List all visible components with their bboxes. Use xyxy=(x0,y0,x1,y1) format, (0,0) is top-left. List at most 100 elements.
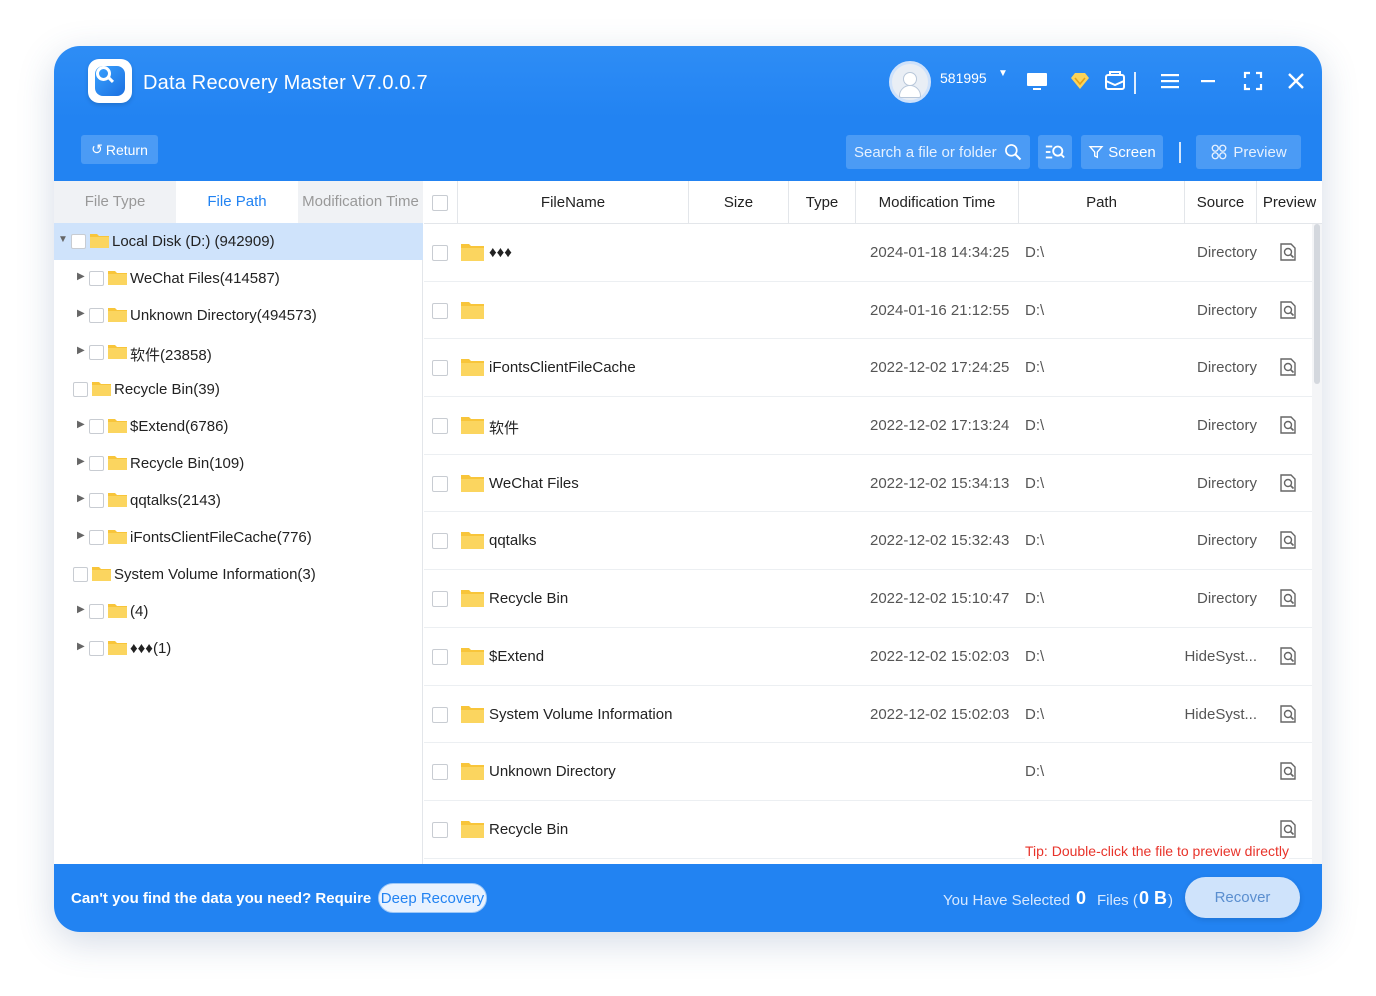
recover-button[interactable]: Recover xyxy=(1185,877,1300,918)
chevron-down-icon[interactable]: ▼ xyxy=(58,234,68,245)
tree-checkbox[interactable] xyxy=(89,493,104,508)
tab-modification-time[interactable]: Modification Time xyxy=(298,181,423,223)
tree-item-local-disk[interactable]: ▼ Local Disk (D:) (942909) xyxy=(54,223,423,260)
tree-checkbox[interactable] xyxy=(89,604,104,619)
column-header-source[interactable]: Source xyxy=(1184,181,1256,224)
tree-item-extend[interactable]: ▶ $Extend(6786) xyxy=(54,408,423,445)
table-row[interactable]: 2024-01-16 21:12:55 D:\ Directory xyxy=(424,282,1312,340)
preview-file-icon[interactable] xyxy=(1278,588,1298,608)
table-row[interactable]: Unknown Directory D:\ xyxy=(424,743,1312,801)
chevron-right-icon[interactable]: ▶ xyxy=(77,419,85,430)
chevron-right-icon[interactable]: ▶ xyxy=(77,271,85,282)
table-row[interactable]: WeChat Files 2022-12-02 15:34:13 D:\ Direct… xyxy=(424,455,1312,513)
table-scrollbar[interactable] xyxy=(1312,224,1322,864)
tree-checkbox[interactable] xyxy=(89,530,104,545)
user-avatar[interactable] xyxy=(889,61,931,103)
tree-item-wechat-files[interactable]: ▶ WeChat Files(414587) xyxy=(54,260,423,297)
row-checkbox[interactable] xyxy=(432,360,448,377)
tree-checkbox[interactable] xyxy=(89,456,104,471)
row-checkbox[interactable] xyxy=(432,706,448,723)
column-header-path[interactable]: Path xyxy=(1018,181,1184,224)
tree-checkbox[interactable] xyxy=(73,382,88,397)
search-input[interactable] xyxy=(854,143,1004,161)
row-checkbox[interactable] xyxy=(432,648,448,665)
search-icon[interactable] xyxy=(1003,142,1023,162)
table-row[interactable]: System Volume Information 2022-12-02 15:0… xyxy=(424,686,1312,744)
column-header-size[interactable]: Size xyxy=(688,181,788,224)
chevron-right-icon[interactable]: ▶ xyxy=(77,345,85,356)
menu-icon[interactable] xyxy=(1157,68,1183,94)
tree-item-recycle-bin-39[interactable]: Recycle Bin(39) xyxy=(54,371,423,408)
tree-item-qqtalks[interactable]: ▶ qqtalks(2143) xyxy=(54,482,423,519)
folder-icon xyxy=(108,456,127,470)
tree-item-diamonds[interactable]: ▶ ♦♦♦(1) xyxy=(54,630,423,667)
preview-file-icon[interactable] xyxy=(1278,357,1298,377)
tab-file-type[interactable]: File Type xyxy=(54,181,176,223)
preview-file-icon[interactable] xyxy=(1278,646,1298,666)
tree-checkbox[interactable] xyxy=(89,641,104,656)
preview-file-icon[interactable] xyxy=(1278,415,1298,435)
preview-file-icon[interactable] xyxy=(1278,704,1298,724)
preview-file-icon[interactable] xyxy=(1278,530,1298,550)
return-button[interactable]: ↺ Return xyxy=(81,135,158,164)
tab-file-path[interactable]: File Path xyxy=(176,181,298,223)
table-row[interactable]: iFontsClientFileCache 2022-12-02 17:24:25… xyxy=(424,339,1312,398)
scrollbar-thumb[interactable] xyxy=(1314,224,1320,384)
tree-checkbox[interactable] xyxy=(89,419,104,434)
screen-button[interactable]: Screen xyxy=(1081,135,1163,169)
preview-button[interactable]: Preview xyxy=(1196,135,1301,169)
select-all-checkbox[interactable] xyxy=(432,195,448,211)
tree-item-recycle-bin-109[interactable]: ▶ Recycle Bin(109) xyxy=(54,445,423,482)
minimize-icon[interactable] xyxy=(1195,68,1221,94)
chevron-right-icon[interactable]: ▶ xyxy=(77,456,85,467)
diamond-icon[interactable] xyxy=(1067,68,1093,94)
column-header-type[interactable]: Type xyxy=(788,181,855,224)
preview-file-icon[interactable] xyxy=(1278,300,1298,320)
chevron-right-icon[interactable]: ▶ xyxy=(77,641,85,652)
chevron-right-icon[interactable]: ▶ xyxy=(77,493,85,504)
tree-checkbox[interactable] xyxy=(89,271,104,286)
row-checkbox[interactable] xyxy=(432,764,448,781)
table-row[interactable]: 软件 2022-12-02 17:13:24 D:\ Directory xyxy=(424,397,1312,455)
table-row[interactable]: qqtalks 2022-12-02 15:32:43 D:\ Directory xyxy=(424,512,1312,571)
preview-file-icon[interactable] xyxy=(1278,242,1298,262)
row-checkbox[interactable] xyxy=(432,245,448,261)
preview-file-icon[interactable] xyxy=(1278,761,1298,781)
row-checkbox[interactable] xyxy=(432,418,448,435)
row-checkbox[interactable] xyxy=(432,302,448,319)
tree-item-ifonts-cache[interactable]: ▶ iFontsClientFileCache(776) xyxy=(54,519,423,556)
preview-file-icon[interactable] xyxy=(1278,819,1298,839)
table-row[interactable]: $Extend 2022-12-02 15:02:03 D:\ HideSyst... xyxy=(424,628,1312,686)
search-box[interactable] xyxy=(846,135,1030,169)
chevron-right-icon[interactable]: ▶ xyxy=(77,530,85,541)
tree-checkbox[interactable] xyxy=(71,234,86,249)
preview-file-icon[interactable] xyxy=(1278,473,1298,493)
monitor-icon[interactable] xyxy=(1024,68,1050,94)
tree-item-unknown-directory[interactable]: ▶ Unknown Directory(494573) xyxy=(54,297,423,334)
row-checkbox[interactable] xyxy=(432,475,448,492)
column-header-modification-time[interactable]: Modification Time xyxy=(855,181,1018,224)
row-checkbox[interactable] xyxy=(432,533,448,550)
user-id[interactable]: 581995 xyxy=(940,70,987,86)
list-search-button[interactable] xyxy=(1038,135,1072,169)
chevron-right-icon[interactable]: ▶ xyxy=(77,604,85,615)
chevron-right-icon[interactable]: ▶ xyxy=(77,308,85,319)
close-icon[interactable] xyxy=(1283,68,1309,94)
row-checkbox[interactable] xyxy=(432,821,448,838)
tree-checkbox[interactable] xyxy=(89,308,104,323)
tree-item-unnamed[interactable]: ▶ (4) xyxy=(54,593,423,630)
tree-checkbox[interactable] xyxy=(89,345,104,360)
maximize-icon[interactable] xyxy=(1240,68,1266,94)
deep-recovery-button[interactable]: Deep Recovery xyxy=(378,883,487,913)
column-header-preview[interactable]: Preview xyxy=(1256,181,1322,224)
table-row[interactable]: ♦♦♦ 2024-01-18 14:34:25 D:\ Directory xyxy=(424,224,1312,282)
table-row[interactable]: Recycle Bin 2022-12-02 15:10:47 D:\ Directo… xyxy=(424,570,1312,628)
column-header-filename[interactable]: FileName xyxy=(457,181,688,224)
tree-item-system-volume-info[interactable]: System Volume Information(3) xyxy=(54,556,423,593)
tree-checkbox[interactable] xyxy=(73,567,88,582)
chevron-down-icon[interactable]: ▼ xyxy=(998,68,1008,79)
row-checkbox[interactable] xyxy=(432,591,448,608)
mail-icon[interactable] xyxy=(1102,68,1128,94)
modification-time: 2022-12-02 17:24:25 xyxy=(870,359,1010,377)
tree-item-software[interactable]: ▶ 软件(23858) xyxy=(54,334,423,371)
